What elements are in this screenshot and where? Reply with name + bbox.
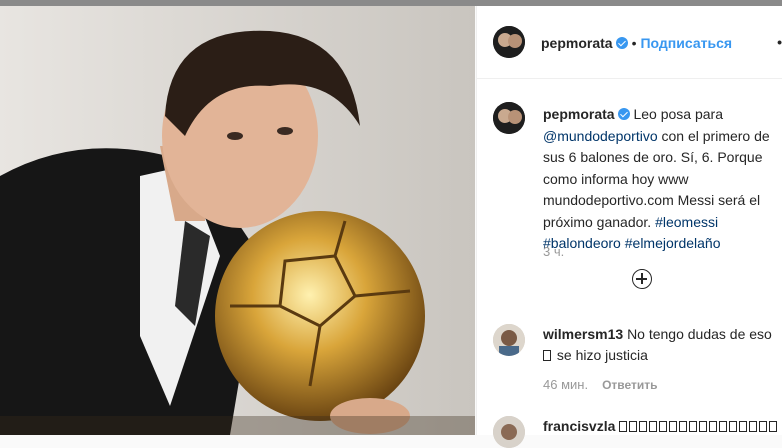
author-avatar[interactable] [493,26,525,58]
comment-username-2[interactable]: francisvzla [543,418,615,434]
avatar-image [493,26,525,58]
comment-meta: 46 мин. Ответить [543,377,658,392]
mention-link[interactable]: @mundodeportivo [543,128,658,144]
caption-text-1: Leo posa para [633,106,723,122]
verified-badge-icon [617,108,630,120]
commenter-avatar[interactable] [493,324,525,356]
photo-illustration [0,6,475,435]
commenter-avatar-2[interactable] [493,416,525,448]
post-timestamp[interactable]: 3 ч. [543,244,564,259]
caption-author-avatar[interactable] [493,102,525,134]
post-header: pepmorata•Подписаться • [477,6,782,79]
comment-text: No tengo dudas de eso [627,326,772,342]
separator-dot: • [631,35,637,51]
author-username[interactable]: pepmorata [541,35,613,51]
add-comment-icon[interactable] [632,269,652,289]
post-caption: pepmorata Leo posa para @mundodeportivo … [543,104,781,255]
emoji-row [619,418,779,434]
avatar-image [493,324,525,356]
hashtag-leomessi[interactable]: #leomessi [655,214,718,230]
hashtag-elmejordelano[interactable]: #elmejordelaño [625,235,721,251]
comment-time[interactable]: 46 мин. [543,377,588,392]
reply-button[interactable]: Ответить [602,378,657,392]
post-side-panel: pepmorata•Подписаться • pepmorata Leo po… [476,6,782,448]
emoji-glyph-icon [543,350,551,361]
comment-item: wilmersm13 No tengo dudas de eso se hizo… [543,324,781,366]
comment-username[interactable]: wilmersm13 [543,326,623,342]
avatar-image [493,416,525,448]
comment-text-2: se hizo justicia [556,347,648,363]
caption-username[interactable]: pepmorata [543,106,615,122]
post-photo[interactable] [0,6,475,435]
follow-button[interactable]: Подписаться [640,35,732,51]
header-line: pepmorata • Подписаться [541,35,732,53]
avatar-image [493,102,525,134]
more-options-icon[interactable]: • [777,34,782,50]
comment-item-2: francisvzla [543,416,781,437]
verified-badge-icon [615,37,628,49]
